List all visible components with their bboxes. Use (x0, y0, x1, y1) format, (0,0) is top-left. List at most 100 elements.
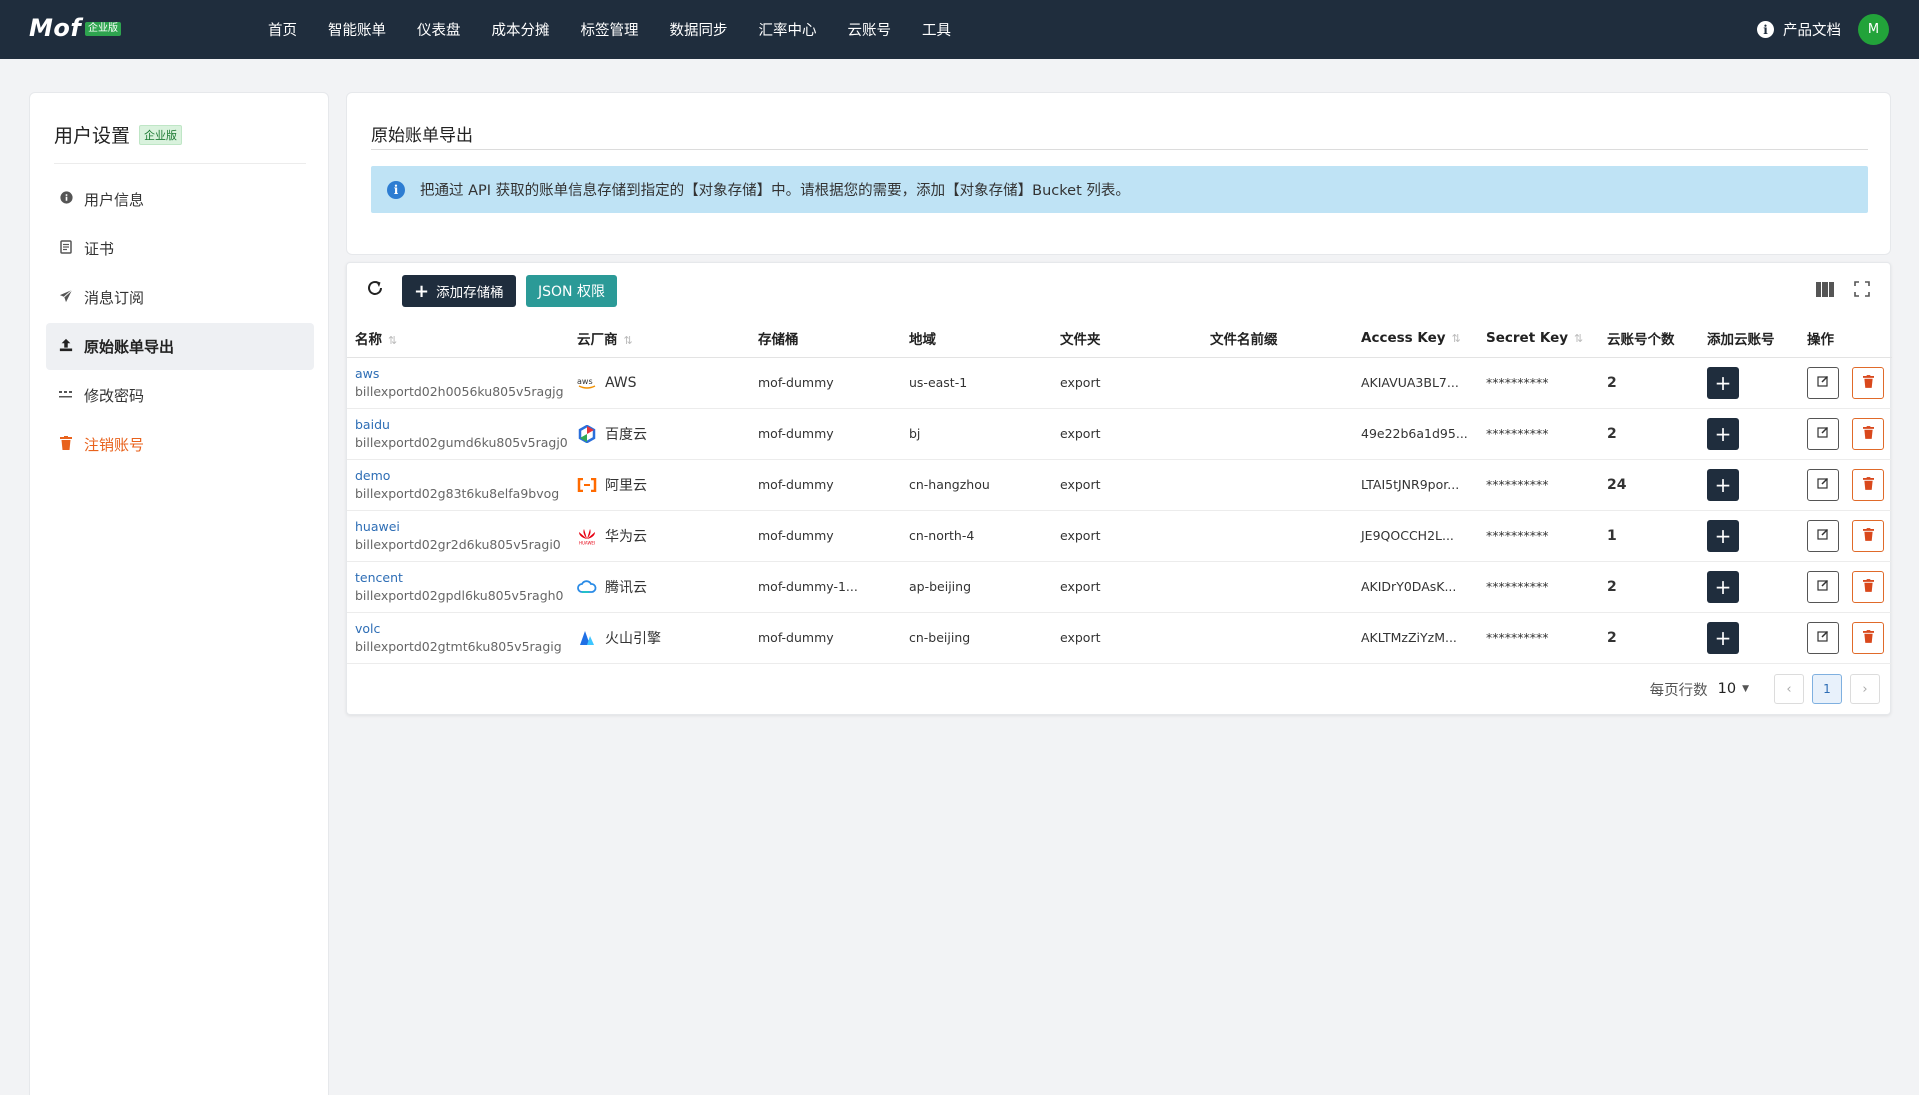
col-header-secret-key[interactable]: Secret Key ⇅ (1478, 319, 1599, 358)
cell-folder: export (1052, 561, 1202, 613)
sidebar-item-label: 消息订阅 (84, 289, 145, 307)
cell-region: bj (901, 408, 1052, 460)
row-name-link[interactable]: huawei (355, 518, 569, 536)
add-bucket-button[interactable]: + 添加存储桶 (402, 275, 516, 307)
edit-button[interactable] (1807, 621, 1839, 654)
delete-button[interactable] (1852, 417, 1884, 450)
row-name-link[interactable]: demo (355, 467, 569, 485)
row-name-link[interactable]: tencent (355, 569, 569, 587)
columns-icon[interactable] (1816, 282, 1834, 297)
plus-icon: + (1714, 574, 1732, 599)
edit-button[interactable] (1807, 519, 1839, 552)
nav-item-home[interactable]: 首页 (268, 19, 297, 40)
cell-prefix (1202, 459, 1353, 511)
col-header-add-account: 添加云账号 (1699, 319, 1799, 358)
add-cloud-account-button[interactable]: + (1707, 621, 1739, 654)
info-icon[interactable]: i (1757, 21, 1774, 38)
nav-item-dashboard[interactable]: 仪表盘 (417, 19, 461, 40)
main-nav: 首页 智能账单 仪表盘 成本分摊 标签管理 数据同步 汇率中心 云账号 工具 (268, 0, 982, 59)
next-page-button[interactable]: › (1850, 674, 1880, 704)
cell-account-count: 2 (1599, 561, 1699, 613)
account-count: 2 (1607, 374, 1617, 391)
edit-button[interactable] (1807, 417, 1839, 450)
cell-bucket: mof-dummy-1... (750, 561, 901, 613)
nav-item-data-sync[interactable]: 数据同步 (670, 19, 728, 40)
rows-per-page-select[interactable]: 10 ▼ (1718, 681, 1749, 697)
row-id: billexportd02gtmt6ku805v5ragig (355, 638, 562, 654)
delete-button[interactable] (1852, 468, 1884, 501)
delete-button[interactable] (1852, 519, 1884, 552)
nav-item-tag-management[interactable]: 标签管理 (581, 19, 639, 40)
cell-vendor: aws AWS (569, 357, 750, 409)
user-avatar[interactable]: M (1858, 14, 1889, 45)
edit-button[interactable] (1807, 366, 1839, 399)
sidebar-item-change-password[interactable]: 修改密码 (46, 372, 314, 419)
json-permission-button[interactable]: JSON 权限 (526, 275, 617, 307)
notice-text: 把通过 API 获取的账单信息存储到指定的【对象存储】中。请根据您的需要，添加【… (420, 183, 1130, 199)
refresh-icon[interactable] (365, 279, 385, 299)
delete-button[interactable] (1852, 366, 1884, 399)
table-row: volc billexportd02gtmt6ku805v5ragig 火山引擎 mo… (347, 612, 1892, 664)
nav-item-cost-allocation[interactable]: 成本分摊 (492, 19, 550, 40)
add-cloud-account-button[interactable]: + (1707, 570, 1739, 603)
sort-icon: ⇅ (1574, 331, 1584, 345)
col-header-account-count: 云账号个数 (1599, 319, 1699, 358)
account-count: 2 (1607, 578, 1617, 595)
cell-vendor: 腾讯云 (569, 561, 750, 613)
product-docs-link[interactable]: 产品文档 (1783, 19, 1841, 40)
cell-bucket: mof-dummy (750, 408, 901, 460)
col-header-name[interactable]: 名称 ⇅ (347, 319, 569, 358)
trash-icon (1862, 476, 1874, 493)
sidebar-item-label: 原始账单导出 (84, 338, 175, 356)
row-name-link[interactable]: baidu (355, 416, 569, 434)
edit-button[interactable] (1807, 570, 1839, 603)
divider (371, 149, 1868, 150)
info-circle-icon (58, 191, 74, 208)
sidebar-item-raw-bill-export[interactable]: 原始账单导出 (46, 323, 314, 370)
app-logo[interactable]: Mof (29, 14, 81, 42)
page-button-current[interactable]: 1 (1812, 674, 1842, 704)
cell-name: baidu billexportd02gumd6ku805v5ragj0 (347, 408, 569, 460)
nav-item-tools[interactable]: 工具 (922, 19, 951, 40)
sidebar-item-message-subscription[interactable]: 消息订阅 (46, 274, 314, 321)
fullscreen-icon[interactable] (1854, 281, 1870, 297)
sidebar-item-delete-account[interactable]: 注销账号 (46, 421, 314, 468)
vendor-label: 阿里云 (605, 477, 647, 494)
col-header-bucket: 存储桶 (750, 319, 901, 358)
cell-access-key: JE9QOCCH2L... (1353, 510, 1478, 562)
sidebar-menu: 用户信息 证书 消息订阅 原始账单导出 修改密码 注销账号 (46, 176, 314, 470)
col-header-vendor[interactable]: 云厂商 ⇅ (569, 319, 750, 358)
sidebar-item-certificate[interactable]: 证书 (46, 225, 314, 272)
row-name-link[interactable]: aws (355, 365, 569, 383)
cell-folder: export (1052, 510, 1202, 562)
nav-item-cloud-account[interactable]: 云账号 (848, 19, 892, 40)
col-header-access-key[interactable]: Access Key ⇅ (1353, 319, 1478, 358)
add-cloud-account-button[interactable]: + (1707, 468, 1739, 501)
password-dots-icon (58, 388, 74, 403)
nav-item-smart-bill[interactable]: 智能账单 (328, 19, 386, 40)
add-cloud-account-button[interactable]: + (1707, 417, 1739, 450)
add-cloud-account-button[interactable]: + (1707, 366, 1739, 399)
info-icon: i (387, 180, 405, 199)
edit-button[interactable] (1807, 468, 1839, 501)
sidebar-item-user-info[interactable]: 用户信息 (46, 176, 314, 223)
divider (54, 163, 306, 164)
nav-item-exchange-rate[interactable]: 汇率中心 (759, 19, 817, 40)
page-title: 原始账单导出 (371, 126, 473, 146)
row-name-link[interactable]: volc (355, 620, 569, 638)
cell-add-account: + (1699, 459, 1799, 511)
add-cloud-account-button[interactable]: + (1707, 519, 1739, 552)
sidebar-item-label: 证书 (84, 240, 115, 258)
info-notice: i 把通过 API 获取的账单信息存储到指定的【对象存储】中。请根据您的需要，添… (371, 166, 1868, 213)
delete-button[interactable] (1852, 621, 1884, 654)
plus-icon: + (1714, 523, 1732, 548)
delete-button[interactable] (1852, 570, 1884, 603)
trash-icon (1862, 374, 1874, 391)
prev-page-button[interactable]: ‹ (1774, 674, 1804, 704)
cell-actions (1799, 510, 1892, 562)
trash-icon (1862, 527, 1874, 544)
cell-actions (1799, 561, 1892, 613)
vendor-label: 百度云 (605, 426, 647, 443)
cell-folder: export (1052, 612, 1202, 664)
cell-prefix (1202, 510, 1353, 562)
